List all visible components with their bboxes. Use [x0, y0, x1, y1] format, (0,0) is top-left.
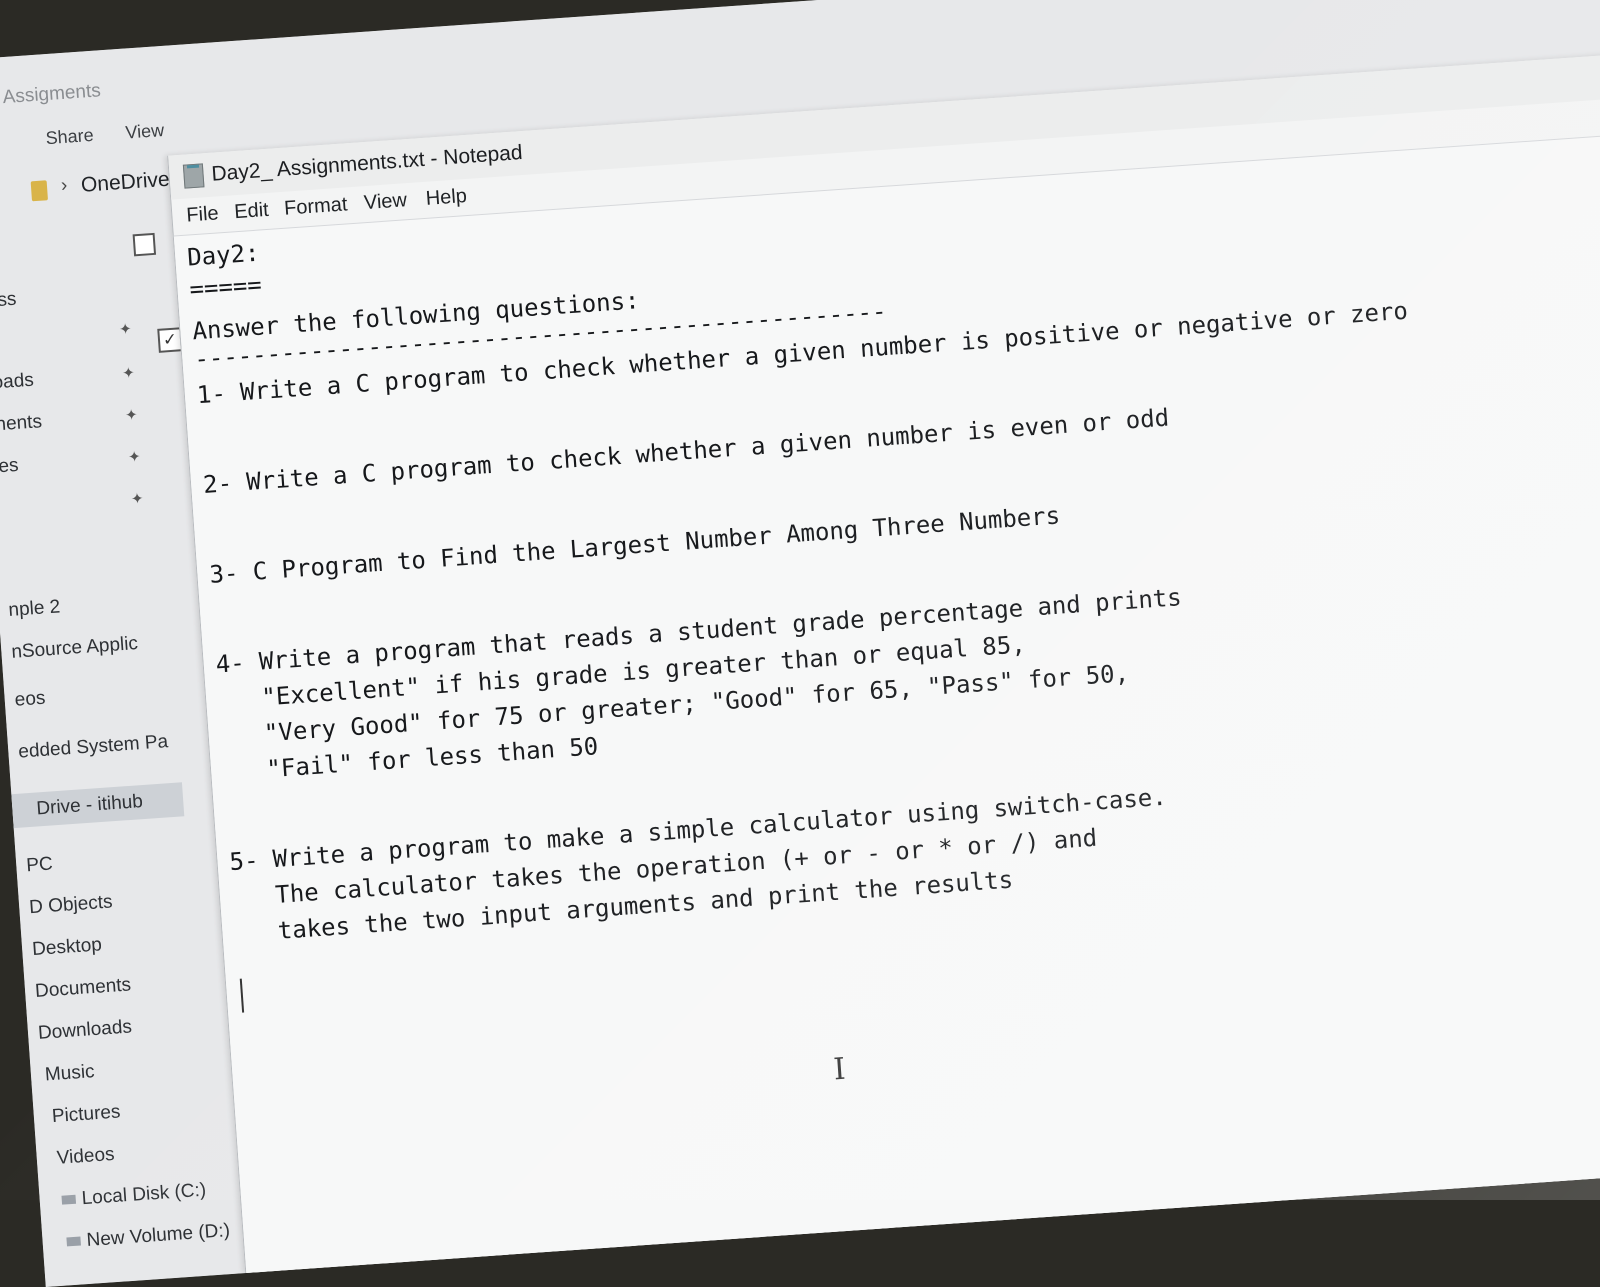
monitor-screen: Assigments Share View › OneDrive ✓ ess p…: [0, 0, 1600, 1287]
address-breadcrumb[interactable]: OneDrive: [80, 168, 170, 198]
text-caret: [239, 978, 245, 1013]
nav-item-embedded-system[interactable]: edded System Pa: [18, 731, 169, 763]
menu-help[interactable]: Help: [425, 185, 468, 211]
nav-item-music[interactable]: Music: [44, 1061, 95, 1086]
drive-icon: [66, 1236, 82, 1247]
text-line: 3- C Program to Find the Largest Number …: [208, 501, 1061, 589]
nav-item-pictures[interactable]: Pictures: [51, 1101, 121, 1128]
ribbon-tab-view[interactable]: View: [125, 120, 165, 144]
text-line: Day2:: [186, 238, 261, 272]
text-editor[interactable]: Day2: ===== Answer the following questio…: [173, 129, 1600, 1274]
nav-item-downloads-pinned[interactable]: oads: [0, 370, 35, 395]
nav-item-3d-objects[interactable]: D Objects: [29, 891, 114, 919]
menu-edit[interactable]: Edit: [234, 199, 270, 224]
folder-icon: [30, 180, 48, 202]
menu-view[interactable]: View: [363, 189, 407, 215]
nav-item-pictures-pinned[interactable]: es: [0, 455, 19, 478]
nav-item-videos[interactable]: Videos: [56, 1144, 115, 1170]
notepad-window: Day2_ Assignments.txt - Notepad File Edi…: [167, 49, 1600, 1274]
menu-format[interactable]: Format: [283, 193, 348, 220]
pin-icon: ✦: [121, 364, 136, 383]
nav-item-opensource-applications[interactable]: nSource Applic: [11, 633, 139, 664]
text-line: 2- Write a C program to check whether a …: [202, 403, 1170, 500]
pin-icon: ✦: [127, 448, 142, 467]
ribbon-tab-share[interactable]: Share: [45, 125, 94, 149]
nav-item-downloads[interactable]: Downloads: [37, 1016, 132, 1045]
nav-item-local-disk-c[interactable]: Local Disk (C:): [61, 1180, 207, 1212]
text-line: =====: [188, 270, 263, 304]
pin-icon: ✦: [130, 490, 145, 509]
ibeam-cursor-icon: I: [832, 1051, 847, 1088]
menu-file[interactable]: File: [186, 202, 220, 227]
explorer-title: Assigments: [1, 80, 102, 109]
nav-item-sample-2[interactable]: nple 2: [8, 596, 61, 622]
nav-item-label: New Volume (D:): [85, 1220, 231, 1252]
notepad-icon: [182, 163, 205, 189]
chevron-right-icon: ›: [60, 174, 69, 197]
nav-item-desktop[interactable]: Desktop: [32, 934, 103, 961]
pin-icon: ✦: [124, 406, 139, 425]
nav-item-documents[interactable]: Documents: [34, 974, 131, 1003]
nav-item-this-pc[interactable]: PC: [26, 854, 54, 878]
nav-item-quick-access[interactable]: ess: [0, 289, 17, 313]
nav-item-videos-folder[interactable]: eos: [14, 688, 46, 712]
nav-item-onedrive-itihub[interactable]: Drive - itihub: [11, 782, 184, 829]
nav-item-documents-pinned[interactable]: nents: [0, 411, 43, 436]
nav-item-new-volume-d[interactable]: New Volume (D:): [66, 1220, 231, 1253]
drive-icon: [61, 1195, 77, 1206]
pin-icon: ✦: [118, 320, 133, 339]
nav-item-label: Local Disk (C:): [81, 1179, 207, 1210]
nav-item-desktop-pinned[interactable]: p: [0, 332, 1, 355]
